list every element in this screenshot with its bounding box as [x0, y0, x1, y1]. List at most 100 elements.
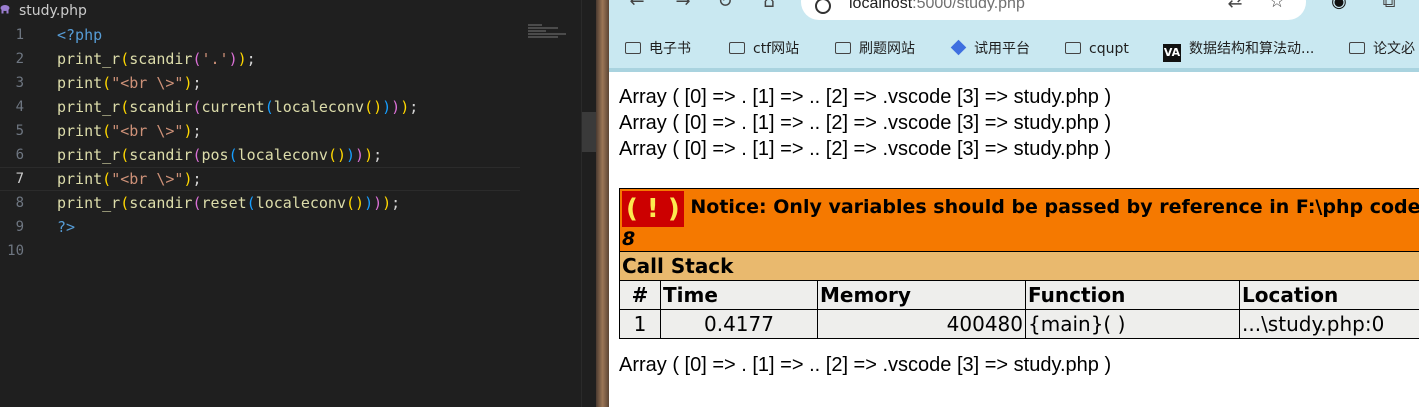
translate-icon[interactable]: ⇄ [1223, 0, 1247, 10]
bookmark-item[interactable]: cqupt [1065, 40, 1129, 58]
line-number: 1 [15, 27, 24, 43]
code-text: <?php [57, 23, 102, 47]
editor-tab[interactable]: study.php [0, 0, 596, 22]
code-token: ( [192, 194, 202, 212]
code-line[interactable]: 8 print_r(scandir(reset(localeconv()))); [0, 191, 596, 215]
notice-line-number: 8 [622, 228, 636, 250]
line-number: 3 [15, 75, 24, 91]
bookmarks-bar: 电子书 ctf网站 刷题网站 试用平台 cqupt VA 数据结构和算法动... … [609, 30, 1419, 68]
code-editor[interactable]: study.php 1 <?php 2 print_r(scandir('.')); 3… [0, 0, 596, 407]
code-token: ) [355, 146, 365, 164]
browser-window: ← → ↻ ⌂ localhost:5000/study.php ⇄ ☆ ◉ ⧉… [609, 0, 1419, 407]
desktop-background [596, 0, 609, 407]
code-line[interactable]: 5 print("<br \>"); [0, 119, 596, 143]
code-token: ( [102, 74, 112, 92]
bookmark-label: cqupt [1089, 41, 1129, 57]
home-icon[interactable]: ⌂ [757, 0, 781, 10]
code-token: ( [228, 146, 238, 164]
line-number: 4 [15, 99, 24, 115]
bookmark-star-icon[interactable]: ☆ [1265, 0, 1289, 10]
code-line[interactable]: 6 print_r(scandir(pos(localeconv()))); [0, 143, 596, 167]
code-line[interactable]: 7 print("<br \>"); [0, 167, 520, 191]
code-token: <?php [57, 26, 103, 44]
call-stack-title-row: Call Stack [618, 251, 1419, 281]
url-path: :5000/study.php [912, 0, 1025, 12]
code-text: ?> [57, 215, 75, 239]
code-token: () [327, 146, 346, 164]
code-token: ) [364, 146, 374, 164]
code-token: ; [373, 146, 383, 164]
code-token: ( [246, 194, 256, 212]
code-text: print_r(scandir(reset(localeconv()))); [57, 191, 400, 215]
editor-tab-label: study.php [19, 3, 87, 19]
bookmark-item[interactable]: 试用平台 [950, 39, 1030, 58]
line-number: 10 [7, 243, 24, 259]
code-line[interactable]: 2 print_r(scandir('.')); [0, 47, 596, 71]
bookmark-item[interactable]: 论文必 [1349, 40, 1415, 58]
call-stack-title: Call Stack [618, 251, 1419, 281]
code-token: ( [192, 50, 202, 68]
folder-icon [1065, 42, 1081, 54]
extension-icon[interactable]: ◉ [1327, 0, 1351, 10]
code-token: ) [400, 98, 410, 116]
editor-scrollbar[interactable] [581, 0, 596, 407]
code-line[interactable]: 9 ?> [0, 215, 596, 239]
code-token: current [201, 98, 265, 116]
page-content: Array ( [0] => . [1] => .. [2] => .vscod… [609, 72, 1419, 407]
bookmark-item[interactable]: VA 数据结构和算法动... [1163, 40, 1314, 62]
line-number: 9 [15, 219, 24, 235]
reload-icon[interactable]: ↻ [713, 0, 737, 10]
code-line[interactable]: 10 [0, 239, 596, 263]
folder-icon [625, 42, 641, 54]
va-logo-icon: VA [1163, 44, 1181, 62]
puzzle-icon[interactable]: ⧉ [1377, 0, 1401, 10]
code-area[interactable]: 1 <?php 2 print_r(scandir('.')); 3 print("<br… [0, 23, 596, 263]
col-header-time: Time [660, 280, 818, 310]
code-token: ( [120, 98, 130, 116]
code-token: localeconv [255, 194, 346, 212]
code-token: ) [391, 98, 401, 116]
code-token: ; [409, 98, 419, 116]
code-token: ) [364, 194, 374, 212]
cell-number: 1 [619, 309, 661, 339]
code-token: '.' [201, 50, 229, 68]
code-token: scandir [129, 146, 193, 164]
forward-arrow-icon[interactable]: → [671, 0, 695, 10]
col-header-memory: Memory [817, 280, 1026, 310]
address-url[interactable]: localhost:5000/study.php [849, 0, 1025, 13]
code-token: ( [192, 146, 202, 164]
bookmark-item[interactable]: 刷题网站 [835, 40, 915, 58]
call-stack-row: 1 0.4177 400480 {main}( ) ...\study.php:… [619, 309, 1419, 339]
code-token: print_r [57, 194, 121, 212]
line-number: 2 [15, 51, 24, 67]
code-line[interactable]: 1 <?php [0, 23, 596, 47]
line-number: 5 [15, 123, 24, 139]
folder-icon [835, 42, 851, 54]
code-token: print_r [57, 50, 121, 68]
site-info-icon[interactable] [815, 0, 831, 14]
code-token: print [57, 74, 103, 92]
bookmark-item[interactable]: 电子书 [625, 40, 691, 58]
code-line[interactable]: 3 print("<br \>"); [0, 71, 596, 95]
browser-toolbar: ← → ↻ ⌂ localhost:5000/study.php ⇄ ☆ ◉ ⧉ [609, 0, 1419, 30]
line-number: 8 [15, 195, 24, 211]
code-text: print("<br \>"); [57, 119, 202, 143]
code-token: localeconv [237, 146, 328, 164]
call-stack-header-row: # Time Memory Function Location [619, 280, 1419, 310]
code-token: () [364, 98, 383, 116]
back-arrow-icon[interactable]: ← [625, 0, 649, 10]
notice-row: ( ! ) Notice: Only variables should be p… [618, 188, 1419, 252]
col-header-number: # [619, 280, 661, 310]
minimap[interactable] [528, 24, 568, 42]
code-token: ( [102, 170, 112, 188]
php-elephant-icon [0, 5, 10, 14]
code-token: ( [192, 98, 202, 116]
output-line: Array ( [0] => . [1] => .. [2] => .vscod… [619, 112, 1112, 134]
output-line: Array ( [0] => . [1] => .. [2] => .vscod… [619, 86, 1112, 108]
code-token: ) [382, 98, 392, 116]
bookmark-item[interactable]: ctf网站 [729, 40, 799, 58]
code-token: scandir [129, 194, 193, 212]
editor-scrollbar-thumb[interactable] [582, 112, 596, 152]
code-line[interactable]: 4 print_r(scandir(current(localeconv())))… [0, 95, 596, 119]
output-line: Array ( [0] => . [1] => .. [2] => .vscod… [619, 354, 1112, 376]
